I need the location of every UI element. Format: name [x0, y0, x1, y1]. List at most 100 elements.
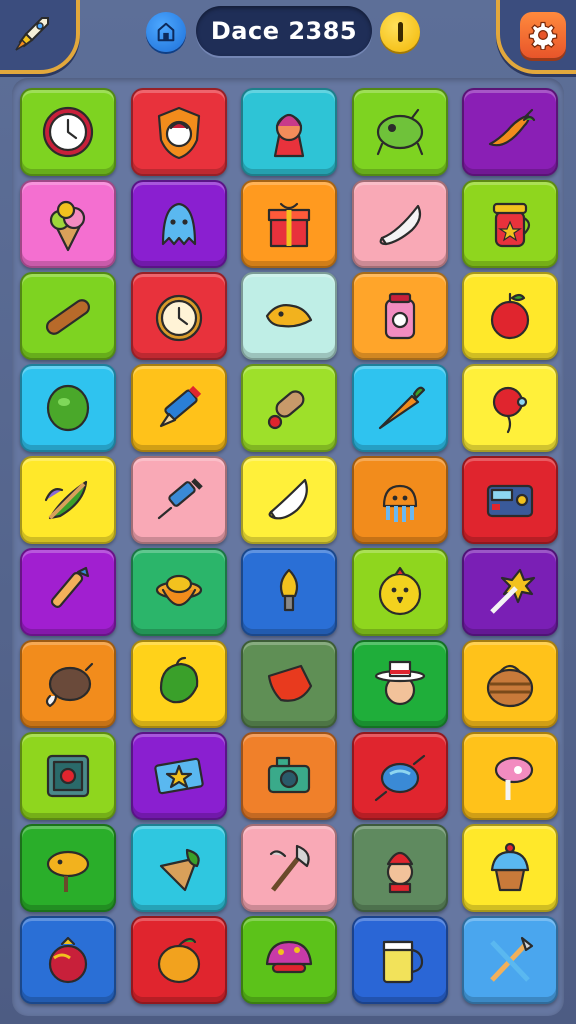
tile-pocket-watch[interactable]	[130, 272, 227, 360]
tile-jam-jar[interactable]	[462, 180, 558, 268]
wrapped-candy-icon	[368, 744, 432, 808]
gem-frame-icon	[36, 744, 100, 808]
tile-orange-fruit[interactable]	[130, 916, 227, 1004]
cupcake-icon	[478, 836, 542, 900]
chili-pepper-icon	[478, 100, 542, 164]
tile-chili-pepper[interactable]	[462, 88, 558, 176]
yellow-chick-icon	[368, 560, 432, 624]
tile-camera[interactable]	[241, 732, 337, 820]
tile-syringe-pen[interactable]	[130, 456, 227, 544]
tile-waffle-cone[interactable]	[130, 824, 227, 912]
tile-pencil[interactable]	[130, 364, 227, 452]
orange-fruit-icon	[147, 928, 211, 992]
syringe-pen-icon	[147, 468, 211, 532]
tile-doll[interactable]	[241, 88, 337, 176]
tile-star-card[interactable]	[130, 732, 227, 820]
ice-cream-cone-icon	[36, 192, 100, 256]
green-pepper-icon	[147, 652, 211, 716]
star-card-icon	[147, 744, 211, 808]
tile-paintbrush[interactable]	[20, 548, 116, 636]
tile-green-pepper[interactable]	[130, 640, 227, 728]
right-corner-frame	[496, 0, 576, 74]
roast-meat-icon	[36, 652, 100, 716]
home-button[interactable]	[146, 12, 186, 52]
tile-lollipop-sign[interactable]	[462, 732, 558, 820]
tile-glue-stick[interactable]	[241, 364, 337, 452]
coin-icon	[397, 22, 403, 42]
paintbrush-icon	[36, 560, 100, 624]
tile-fire-kid[interactable]	[351, 824, 448, 912]
radio-panel-icon	[478, 468, 542, 532]
game-board	[12, 78, 564, 1016]
lollipop-sign-icon	[478, 744, 542, 808]
tile-carrot[interactable]	[351, 364, 448, 452]
axe-icon	[257, 836, 321, 900]
left-corner-button[interactable]	[0, 0, 80, 74]
fire-kid-icon	[368, 836, 432, 900]
tile-red-leaf[interactable]	[241, 640, 337, 728]
tile-spark-brush[interactable]	[462, 548, 558, 636]
tile-pomegranate[interactable]	[20, 916, 116, 1004]
light-bulb-icon	[257, 560, 321, 624]
camera-icon	[257, 744, 321, 808]
gear-icon	[528, 21, 558, 50]
tile-shield-face[interactable]	[130, 88, 227, 176]
tile-clock[interactable]	[20, 88, 116, 176]
shield-face-icon	[147, 100, 211, 164]
tile-yellow-fish[interactable]	[241, 272, 337, 360]
doll-icon	[257, 100, 321, 164]
tile-axe[interactable]	[241, 824, 337, 912]
tile-roast-meat[interactable]	[20, 640, 116, 728]
tile-wrapped-candy[interactable]	[351, 732, 448, 820]
green-bean-icon	[36, 376, 100, 440]
tile-basket[interactable]	[462, 640, 558, 728]
tile-feather-quill[interactable]	[20, 456, 116, 544]
paper-fold-icon	[257, 468, 321, 532]
paper-scroll-icon	[368, 192, 432, 256]
carrot-icon	[368, 376, 432, 440]
level-title: Dace 2385	[196, 6, 372, 56]
hat-face-icon	[368, 652, 432, 716]
balloon-icon	[478, 376, 542, 440]
camera-jar-icon	[368, 284, 432, 348]
tile-green-bean[interactable]	[20, 364, 116, 452]
tile-cupcake[interactable]	[462, 824, 558, 912]
bread-stick-icon	[36, 284, 100, 348]
tile-paper-scroll[interactable]	[351, 180, 448, 268]
tile-spinning-top[interactable]	[130, 548, 227, 636]
tile-jellyfish-robot[interactable]	[351, 456, 448, 544]
feather-quill-icon	[36, 468, 100, 532]
pomegranate-icon	[36, 928, 100, 992]
coin-button[interactable]	[380, 12, 420, 52]
crossed-tools-icon	[478, 928, 542, 992]
blue-ghost-icon	[147, 192, 211, 256]
jam-jar-icon	[478, 192, 542, 256]
tile-fish-on-stick[interactable]	[20, 824, 116, 912]
tile-radio-panel[interactable]	[462, 456, 558, 544]
pencil-icon	[147, 376, 211, 440]
red-leaf-icon	[257, 652, 321, 716]
spinning-top-icon	[147, 560, 211, 624]
tile-camera-jar[interactable]	[351, 272, 448, 360]
tile-crossed-tools[interactable]	[462, 916, 558, 1004]
top-bar: Dace 2385	[0, 0, 576, 78]
tile-blue-ghost[interactable]	[130, 180, 227, 268]
tile-yellow-chick[interactable]	[351, 548, 448, 636]
tile-ice-cream-cone[interactable]	[20, 180, 116, 268]
tile-gift-box[interactable]	[241, 180, 337, 268]
tile-paper-fold[interactable]	[241, 456, 337, 544]
beer-mug-icon	[368, 928, 432, 992]
pocket-watch-icon	[147, 284, 211, 348]
tile-bread-stick[interactable]	[20, 272, 116, 360]
tile-purple-mushroom[interactable]	[241, 916, 337, 1004]
waffle-cone-icon	[147, 836, 211, 900]
spark-brush-icon	[478, 560, 542, 624]
settings-button[interactable]	[520, 12, 566, 58]
tile-beer-mug[interactable]	[351, 916, 448, 1004]
tile-green-creature[interactable]	[351, 88, 448, 176]
tile-gem-frame[interactable]	[20, 732, 116, 820]
tile-light-bulb[interactable]	[241, 548, 337, 636]
tile-balloon[interactable]	[462, 364, 558, 452]
tile-hat-face[interactable]	[351, 640, 448, 728]
tile-apple[interactable]	[462, 272, 558, 360]
